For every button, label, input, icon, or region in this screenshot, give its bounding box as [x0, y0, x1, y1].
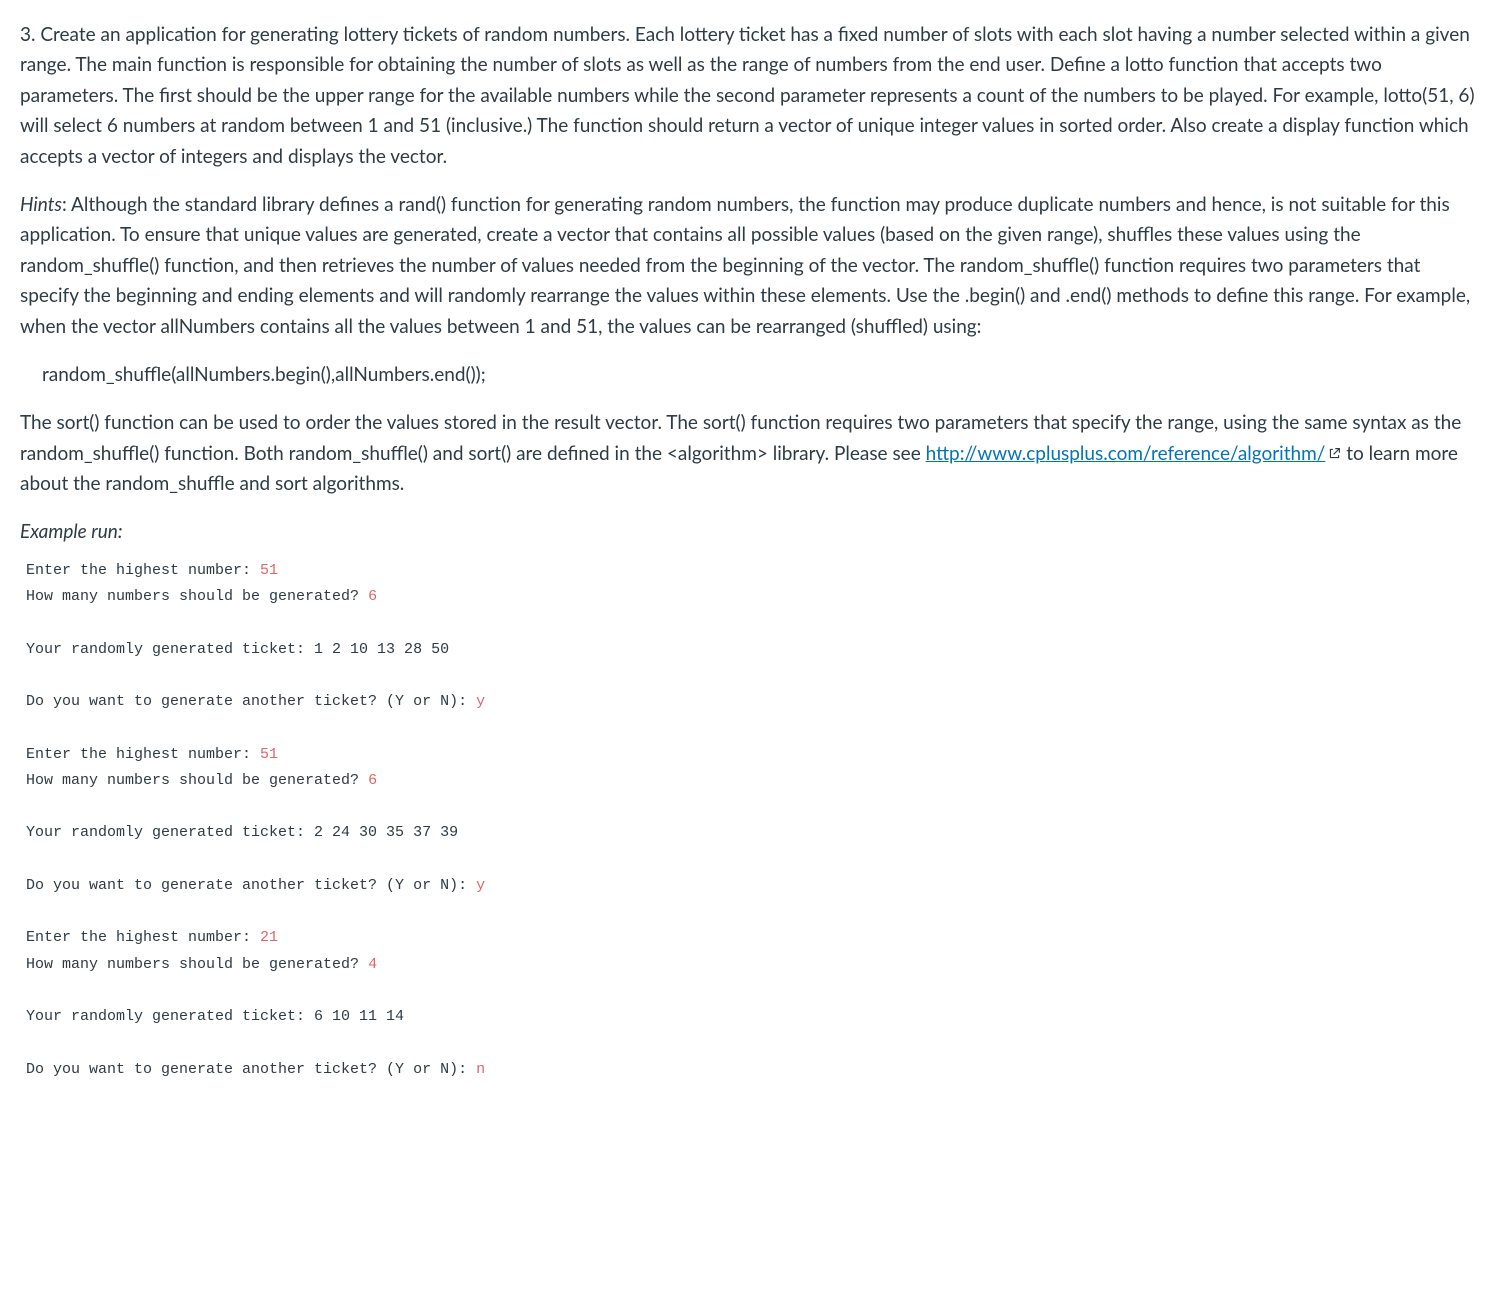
ticket-values-1: 2 24 30 35 37 39	[314, 824, 458, 841]
ticket-label-2: Your randomly generated ticket:	[26, 1008, 314, 1025]
console-output: Enter the highest number: 51 How many nu…	[20, 558, 1476, 1083]
hints-paragraph: Hints: Although the standard library def…	[20, 190, 1476, 342]
input-high-2: 21	[260, 929, 278, 946]
example-run-label-text: Example run:	[20, 520, 123, 543]
ticket-values-0: 1 2 10 13 28 50	[314, 641, 449, 658]
input-high-1: 51	[260, 746, 278, 763]
input-again-2: n	[476, 1061, 485, 1078]
prompt-count-1: How many numbers should be generated?	[26, 772, 368, 789]
reference-link[interactable]: http://www.cplusplus.com/reference/algor…	[926, 442, 1326, 465]
external-link-icon	[1328, 439, 1341, 469]
hints-text: : Although the standard library defines …	[20, 193, 1470, 338]
input-again-0: y	[476, 693, 485, 710]
input-count-0: 6	[368, 588, 377, 605]
hints-label: Hints	[20, 193, 62, 216]
ticket-values-2: 6 10 11 14	[314, 1008, 404, 1025]
prompt-high-0: Enter the highest number:	[26, 562, 260, 579]
input-count-1: 6	[368, 772, 377, 789]
code-sample-line: random_shuffle(allNumbers.begin(),allNum…	[20, 360, 1476, 390]
document-body: 3. Create an application for generating …	[0, 0, 1496, 1103]
input-count-2: 4	[368, 956, 377, 973]
sort-paragraph: The sort() function can be used to order…	[20, 408, 1476, 499]
example-run-label: Example run:	[20, 517, 1476, 547]
ticket-label-1: Your randomly generated ticket:	[26, 824, 314, 841]
prompt-count-2: How many numbers should be generated?	[26, 956, 368, 973]
reference-link-text: http://www.cplusplus.com/reference/algor…	[926, 442, 1326, 465]
prompt-count-0: How many numbers should be generated?	[26, 588, 368, 605]
prompt-high-1: Enter the highest number:	[26, 746, 260, 763]
input-again-1: y	[476, 877, 485, 894]
input-high-0: 51	[260, 562, 278, 579]
prompt-high-2: Enter the highest number:	[26, 929, 260, 946]
again-prompt-1: Do you want to generate another ticket? …	[26, 877, 476, 894]
again-prompt-0: Do you want to generate another ticket? …	[26, 693, 476, 710]
again-prompt-2: Do you want to generate another ticket? …	[26, 1061, 476, 1078]
ticket-label-0: Your randomly generated ticket:	[26, 641, 314, 658]
problem-paragraph-1: 3. Create an application for generating …	[20, 20, 1476, 172]
